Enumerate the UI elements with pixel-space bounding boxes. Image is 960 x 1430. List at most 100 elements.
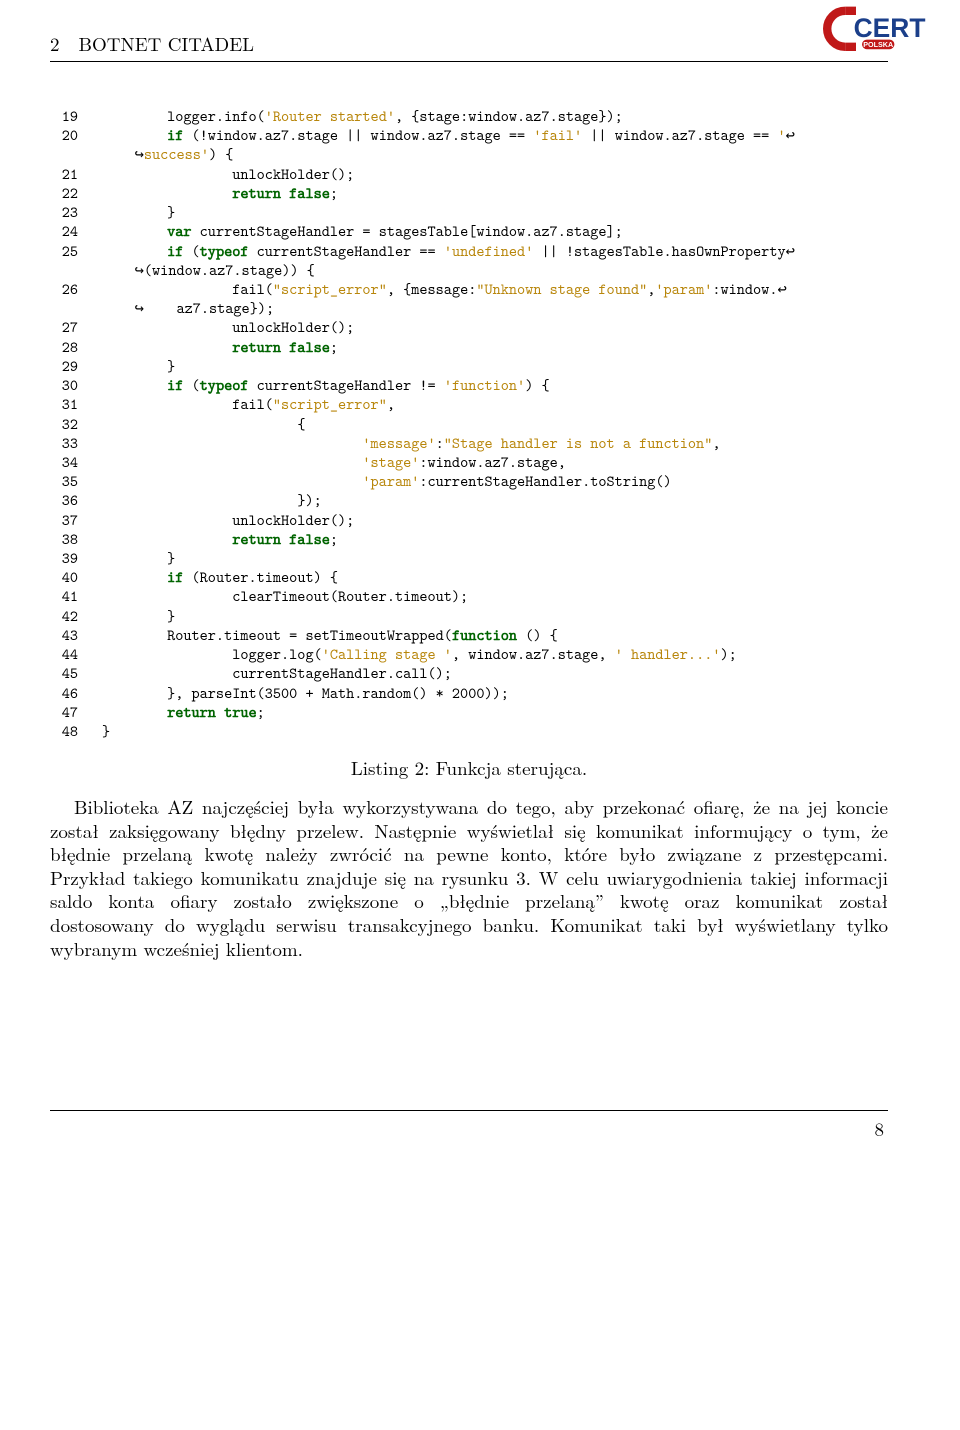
line-number: 35 (50, 471, 78, 490)
line-number: 19 (50, 106, 78, 125)
code-content: clearTimeout(Router.timeout); (102, 586, 468, 605)
code-line: 24 var currentStageHandler = stagesTable… (50, 221, 888, 240)
code-line: 28 return false; (50, 337, 888, 356)
line-number: 40 (50, 567, 78, 586)
code-content: ↪ az7.stage}); (102, 298, 274, 317)
code-content: return false; (102, 337, 338, 356)
code-line: 30 if (typeof currentStageHandler != 'fu… (50, 375, 888, 394)
code-line: 23 } (50, 202, 888, 221)
code-content: unlockHolder(); (102, 510, 354, 529)
code-content: if (Router.timeout) { (102, 567, 338, 586)
code-content: }); (102, 490, 322, 509)
line-number (50, 298, 78, 317)
code-line: 44 logger.log('Calling stage ', window.a… (50, 644, 888, 663)
line-number: 46 (50, 683, 78, 702)
line-number: 39 (50, 548, 78, 567)
code-line: 37 unlockHolder(); (50, 510, 888, 529)
line-number: 41 (50, 586, 78, 605)
code-line: 41 clearTimeout(Router.timeout); (50, 586, 888, 605)
footer-rule (50, 1110, 888, 1111)
line-number: 45 (50, 663, 78, 682)
code-line: 42 } (50, 606, 888, 625)
code-line: 45 currentStageHandler.call(); (50, 663, 888, 682)
line-number: 29 (50, 356, 78, 375)
code-line: 31 fail("script_error", (50, 394, 888, 413)
code-content: if (typeof currentStageHandler != 'funct… (102, 375, 550, 394)
line-number (50, 260, 78, 279)
code-line: ↪ az7.stage}); (50, 298, 888, 317)
line-number: 26 (50, 279, 78, 298)
code-line: 27 unlockHolder(); (50, 317, 888, 336)
line-number: 42 (50, 606, 78, 625)
line-number: 24 (50, 221, 78, 240)
code-line: 46 }, parseInt(3500 + Math.random() * 20… (50, 683, 888, 702)
code-line: 29 } (50, 356, 888, 375)
code-line: 33 'message':"Stage handler is not a fun… (50, 433, 888, 452)
code-content: fail("script_error", {message:"Unknown s… (102, 279, 787, 298)
code-line: 19 logger.info('Router started', {stage:… (50, 106, 888, 125)
line-number: 34 (50, 452, 78, 471)
line-number: 36 (50, 490, 78, 509)
code-line: 40 if (Router.timeout) { (50, 567, 888, 586)
code-content: logger.info('Router started', {stage:win… (102, 106, 623, 125)
section-title: BOTNET CITADEL (79, 30, 255, 57)
line-number: 31 (50, 394, 78, 413)
code-content: } (102, 548, 175, 567)
code-line: 26 fail("script_error", {message:"Unknow… (50, 279, 888, 298)
code-content: }, parseInt(3500 + Math.random() * 2000)… (102, 683, 509, 702)
line-number: 23 (50, 202, 78, 221)
code-line: 39 } (50, 548, 888, 567)
line-number: 43 (50, 625, 78, 644)
cert-polska-logo: CERT POLSKA (820, 6, 940, 54)
line-number: 21 (50, 164, 78, 183)
code-content: if (!window.az7.stage || window.az7.stag… (102, 125, 795, 144)
line-number: 48 (50, 721, 78, 740)
code-line: 32 { (50, 414, 888, 433)
section-number: 2 (50, 30, 60, 57)
line-number: 28 (50, 337, 78, 356)
code-content: Router.timeout = setTimeoutWrapped(funct… (102, 625, 558, 644)
code-content: fail("script_error", (102, 394, 395, 413)
code-content: ↪(window.az7.stage)) { (102, 260, 315, 279)
code-content: { (102, 414, 305, 433)
code-line: 43 Router.timeout = setTimeoutWrapped(fu… (50, 625, 888, 644)
code-line: 25 if (typeof currentStageHandler == 'un… (50, 241, 888, 260)
code-line: 48} (50, 721, 888, 740)
code-content: unlockHolder(); (102, 317, 354, 336)
body-paragraph: Biblioteka AZ najczęściej była wykorzyst… (50, 795, 888, 960)
code-content: } (102, 202, 175, 221)
line-number: 37 (50, 510, 78, 529)
code-content: 'param':currentStageHandler.toString() (102, 471, 672, 490)
line-number: 44 (50, 644, 78, 663)
code-listing: 19 logger.info('Router started', {stage:… (50, 106, 888, 740)
line-number: 22 (50, 183, 78, 202)
code-content: currentStageHandler.call(); (102, 663, 452, 682)
code-line: 38 return false; (50, 529, 888, 548)
code-content: return false; (102, 183, 338, 202)
listing-caption: Listing 2: Funkcja sterująca. (50, 754, 888, 781)
code-line: 35 'param':currentStageHandler.toString(… (50, 471, 888, 490)
line-number: 38 (50, 529, 78, 548)
code-line: 22 return false; (50, 183, 888, 202)
code-content: logger.log('Calling stage ', window.az7.… (102, 644, 737, 663)
page-number: 8 (50, 1115, 888, 1142)
code-line: 21 unlockHolder(); (50, 164, 888, 183)
section-header: 2 BOTNET CITADEL (50, 30, 254, 57)
code-content: 'message':"Stage handler is not a functi… (102, 433, 720, 452)
line-number: 30 (50, 375, 78, 394)
code-content: } (102, 356, 175, 375)
code-content: return false; (102, 529, 338, 548)
code-line: 34 'stage':window.az7.stage, (50, 452, 888, 471)
line-number: 47 (50, 702, 78, 721)
code-content: var currentStageHandler = stagesTable[wi… (102, 221, 623, 240)
line-number: 25 (50, 241, 78, 260)
line-number: 32 (50, 414, 78, 433)
line-number: 20 (50, 125, 78, 144)
line-number: 33 (50, 433, 78, 452)
code-content: } (102, 606, 175, 625)
code-line: 36 }); (50, 490, 888, 509)
code-content: 'stage':window.az7.stage, (102, 452, 566, 471)
code-line: 47 return true; (50, 702, 888, 721)
code-line: 20 if (!window.az7.stage || window.az7.s… (50, 125, 888, 144)
line-number (50, 144, 78, 163)
